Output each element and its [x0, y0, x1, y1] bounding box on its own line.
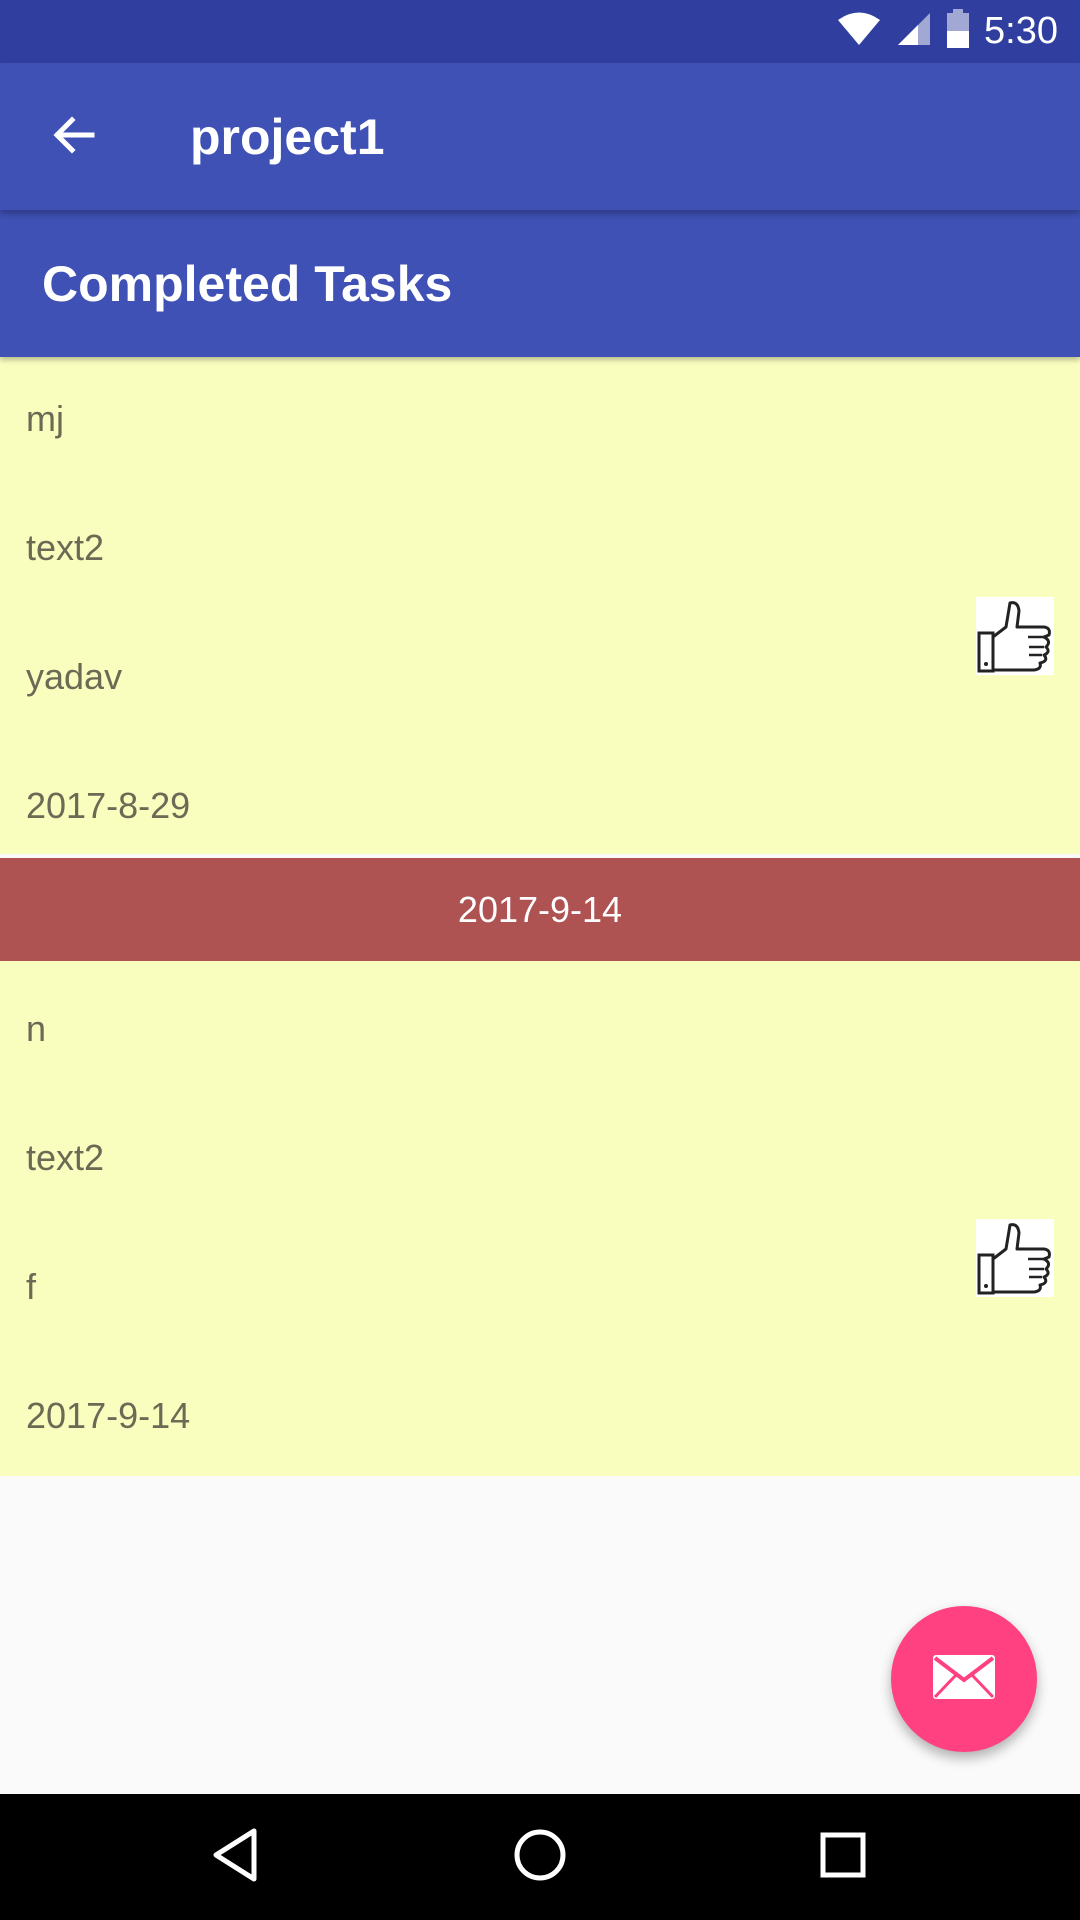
task-line-text: text2 — [26, 527, 105, 568]
system-nav-bar — [0, 1794, 1080, 1920]
nav-back-button[interactable] — [200, 1822, 270, 1892]
divider-date: 2017-9-14 — [457, 888, 623, 930]
back-button[interactable] — [40, 103, 108, 171]
signal-icon — [896, 11, 932, 52]
back-triangle-icon — [210, 1827, 260, 1888]
task-line-name: f — [26, 1266, 37, 1307]
toolbar-title: project1 — [190, 108, 385, 165]
home-circle-icon — [512, 1827, 568, 1888]
status-time: 5:30 — [984, 10, 1058, 52]
app-toolbar: project1 — [0, 63, 1080, 210]
thumbs-up-icon[interactable] — [976, 1219, 1054, 1297]
section-header: Completed Tasks — [0, 210, 1080, 357]
mail-icon — [931, 1653, 997, 1706]
wifi-icon — [836, 11, 882, 52]
date-divider: 2017-9-14 — [0, 858, 1080, 961]
status-bar: 5:30 — [0, 0, 1080, 63]
task-line-text: text2 — [26, 1137, 105, 1178]
compose-fab[interactable] — [891, 1606, 1037, 1752]
nav-home-button[interactable] — [505, 1822, 575, 1892]
task-card[interactable]: mj text2 yadav 2017-8-29 — [0, 357, 1080, 854]
recents-square-icon — [818, 1830, 868, 1885]
status-icons: 5:30 — [836, 0, 1058, 63]
task-card[interactable]: n text2 f 2017-9-14 — [0, 961, 1080, 1476]
nav-recents-button[interactable] — [808, 1822, 878, 1892]
thumbs-up-icon[interactable] — [976, 597, 1054, 675]
section-title: Completed Tasks — [42, 255, 453, 312]
battery-icon — [946, 9, 970, 54]
arrow-back-icon — [50, 111, 98, 164]
task-line-title: n — [26, 1008, 47, 1049]
task-line-date: 2017-8-29 — [26, 785, 191, 826]
task-line-name: yadav — [26, 656, 123, 697]
task-line-title: mj — [26, 398, 64, 439]
task-line-date: 2017-9-14 — [26, 1395, 191, 1436]
